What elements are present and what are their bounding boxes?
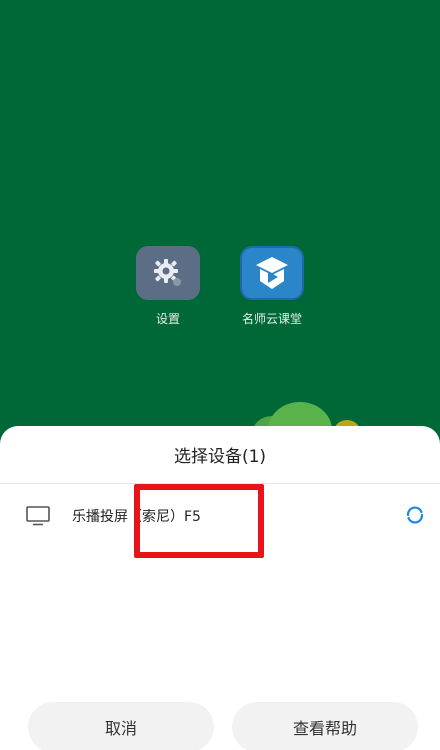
app-label: 名师云课堂: [241, 312, 302, 326]
tv-icon: [26, 506, 50, 526]
gear-icon: [154, 259, 181, 286]
settings-app-tile: [136, 246, 200, 300]
cancel-button[interactable]: 取消: [28, 702, 214, 750]
play-book-icon: [256, 257, 288, 289]
view-help-button[interactable]: 查看帮助: [232, 702, 418, 750]
loading-spinner-icon: [406, 506, 424, 524]
class-app-tile: [240, 246, 304, 300]
dialog-title: 选择设备(1): [173, 446, 267, 467]
highlight-annotation: [134, 484, 264, 558]
app-mingshi-yunketang[interactable]: 名师云课堂: [236, 246, 308, 327]
app-settings[interactable]: 设置: [132, 246, 204, 327]
app-label: 设置: [155, 312, 180, 326]
